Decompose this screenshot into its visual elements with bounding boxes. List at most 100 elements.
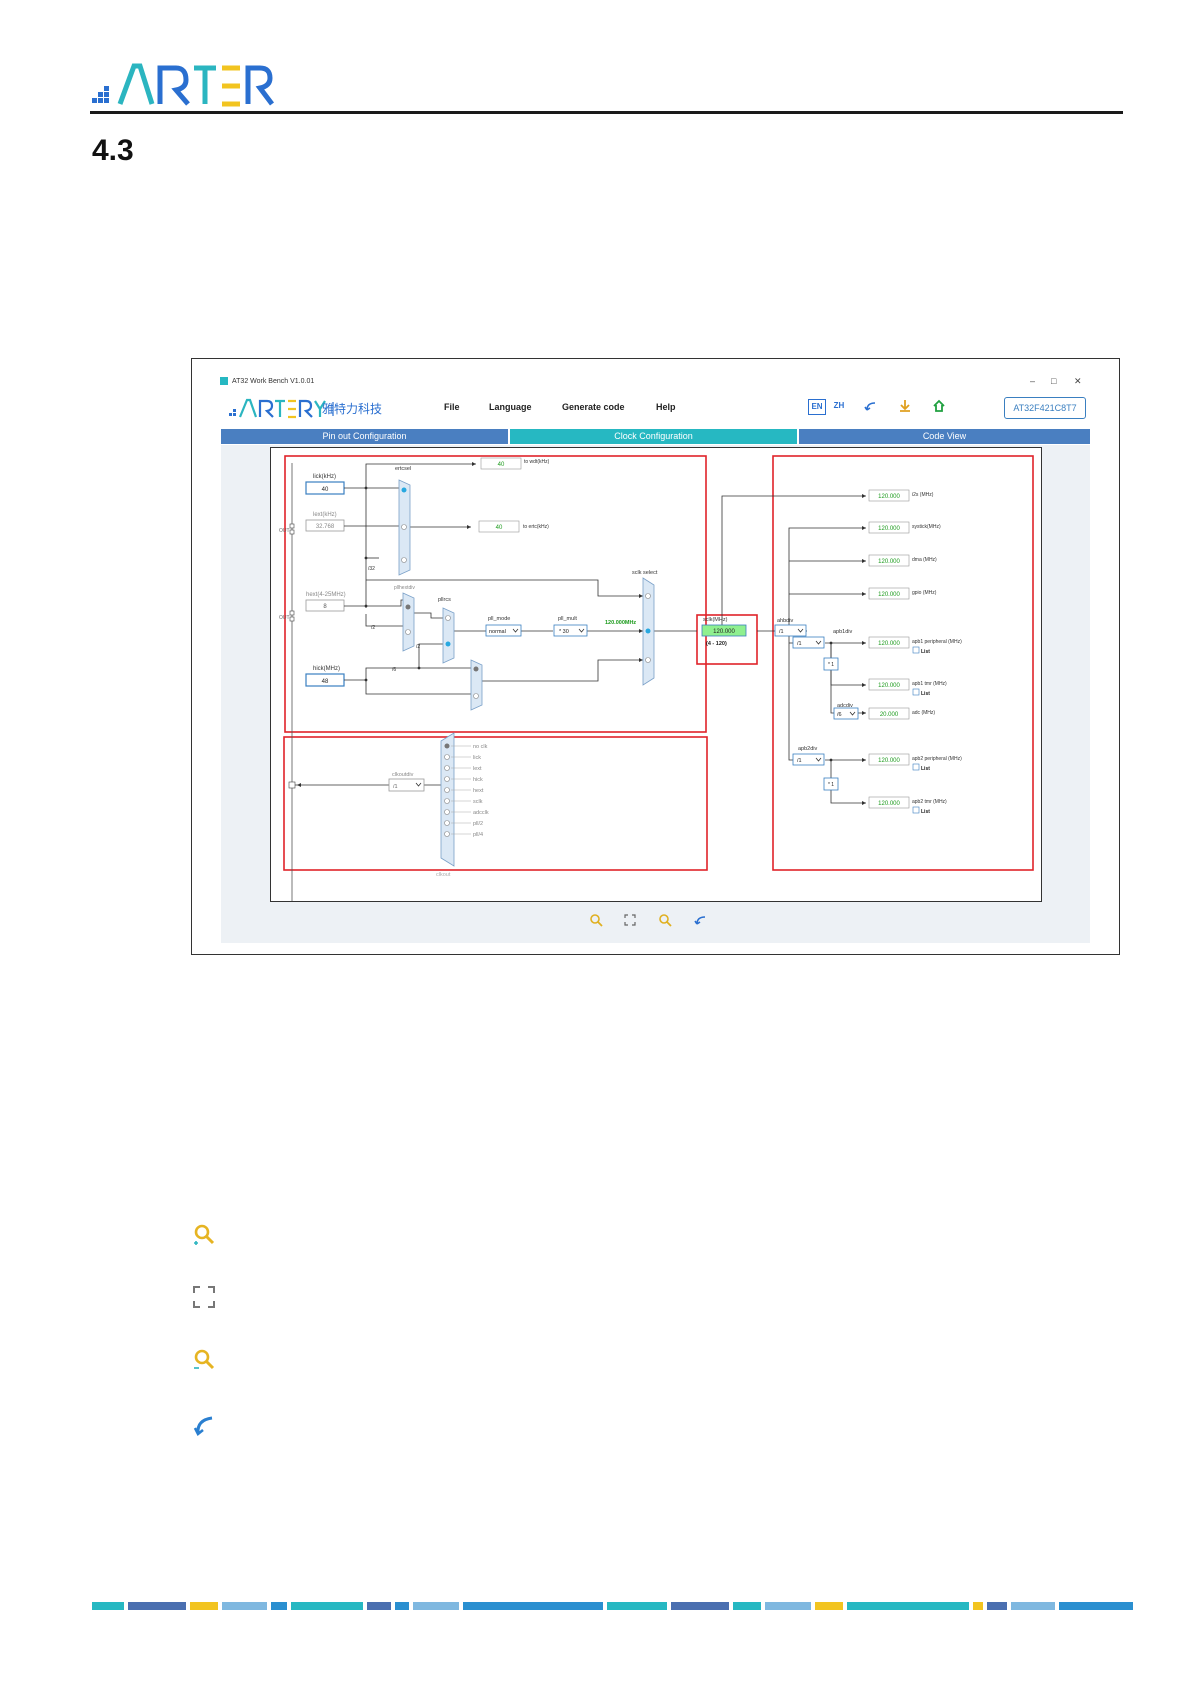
list-button[interactable]: List [921,649,930,655]
pllrcs-option-hick[interactable] [445,641,451,647]
output-label: gpio (MHz) [912,590,937,596]
download-icon[interactable] [898,399,912,413]
footer-stripe [128,1602,186,1610]
clkout-option-radio[interactable] [444,754,450,760]
home-icon[interactable] [932,399,946,413]
div2a-label: /2 [371,625,375,631]
list-button[interactable]: List [921,766,930,772]
pllhextdiv-label: pllhextdiv [394,585,415,591]
reset-icon[interactable] [694,914,708,926]
ertcsel-option-lick[interactable] [401,487,407,493]
output-label: systick(MHz) [912,524,941,530]
clkout-option-radio[interactable] [444,820,450,826]
list-button[interactable]: List [921,691,930,697]
lext-out-label: OUT [279,528,290,534]
ertcsel-label: ertcsel [395,466,411,472]
ahbdiv-value: /1 [779,629,784,635]
clkout-option-radio[interactable] [444,831,450,837]
footer-stripe [222,1602,267,1610]
close-button[interactable]: ✕ [1074,376,1082,387]
clkout-source-label: hick [473,777,483,783]
output-label: dma (MHz) [912,557,937,563]
apb2-tmr-mult-value: * 1 [828,782,834,788]
clkout-option-radio[interactable] [444,765,450,771]
clkout-option-radio[interactable] [444,743,450,749]
footer-stripe [765,1602,811,1610]
apb1-tmr-mult-value: * 1 [828,662,834,668]
pll-mode-value: normal [489,629,506,635]
header-rule [90,111,1123,114]
list-button[interactable]: List [921,809,930,815]
clkout-option-radio[interactable] [444,798,450,804]
hick-sel-option-2[interactable] [473,693,479,699]
lext-value: 32.768 [316,524,335,530]
adcdiv-value: /6 [837,712,842,718]
output-label: apb1 tmr (MHz) [912,681,947,687]
footer-stripe [973,1602,983,1610]
hick-sel-option-1[interactable] [473,666,479,672]
apb1div-value: /1 [797,641,802,647]
sclk-label: sclk(MHz) [703,617,728,623]
footer-stripe [291,1602,363,1610]
undo-icon[interactable] [864,400,878,412]
wdt-value: 40 [498,462,505,468]
clkout-option-radio[interactable] [444,776,450,782]
fit-screen-icon[interactable] [624,914,636,926]
clkout-source-label: no clk [473,744,488,750]
lang-en-button[interactable]: EN [808,399,826,415]
menu-language[interactable]: Language [489,402,532,412]
zoom-in-icon[interactable] [589,913,603,927]
output-value: 120.000 [878,683,900,689]
output-label: apb2 tmr (MHz) [912,799,947,805]
window-app-icon [220,377,228,385]
pllrcs-option-hext[interactable] [445,615,451,621]
menu-help[interactable]: Help [656,402,676,412]
ertcsel-option-hext[interactable] [401,557,407,563]
tab-code-view[interactable]: Code View [799,429,1090,444]
output-apb1-peripheral: 120.000 apb1 peripheral (MHz) List [868,636,962,655]
clkout-source-label: hext [473,788,484,794]
pllhextdiv-option-2[interactable] [405,629,411,635]
output-systick: 120.000 systick(MHz) [868,521,941,534]
output-i2s: 120.000 i2s (MHz) [868,489,934,502]
pllrcs-label: pllrcs [438,597,451,603]
output-apb2-peripheral: 120.000 apb2 peripheral (MHz) List [868,753,962,772]
tab-pin-out-configuration[interactable]: Pin out Configuration [221,429,508,444]
hick-label: hick(MHz) [313,666,340,672]
clkout-option-radio[interactable] [444,809,450,815]
pllhextdiv-option-1[interactable] [405,604,411,610]
sclk-option-hick[interactable] [645,657,651,663]
zoom-out-icon[interactable] [658,913,672,927]
lick-label: lick(kHz) [313,474,336,480]
apb2div-label: apb2div [798,746,818,752]
maximize-button[interactable]: □ [1051,376,1056,386]
section-number: 4.3 [92,134,134,167]
footer-stripe [671,1602,729,1610]
hext-out-pin [289,616,295,622]
clkout-option-radio[interactable] [444,787,450,793]
pll-output-value: 120.000MHz [605,620,636,626]
lang-zh-button[interactable]: ZH [831,399,847,413]
clkoutdiv-value: /1 [393,784,398,790]
fit-screen-icon [193,1286,215,1308]
highlight-clkout [283,736,708,871]
sclk-option-pll[interactable] [645,628,651,634]
chip-selector-button[interactable]: AT32F421C8T7 [1004,397,1086,419]
footer-stripe [463,1602,603,1610]
pllhextdiv-mux [402,592,415,652]
menu-generate-code[interactable]: Generate code [562,402,625,412]
tab-clock-configuration[interactable]: Clock Configuration [510,429,797,444]
footer-stripe [92,1602,124,1610]
output-gpio: 120.000 gpio (MHz) [868,587,937,600]
ertcsel-option-lext[interactable] [401,524,407,530]
footer-stripe [395,1602,409,1610]
clkout-source-label: lext [473,766,482,772]
zoom-out-icon [194,1349,215,1370]
list-icon [912,646,920,654]
minimize-button[interactable]: – [1030,376,1035,386]
menu-file[interactable]: File [444,402,460,412]
list-icon [912,688,920,696]
sclk-option-hext[interactable] [645,593,651,599]
clkoutdiv-label: clkoutdiv [392,772,414,778]
ertc-value: 40 [496,525,503,531]
